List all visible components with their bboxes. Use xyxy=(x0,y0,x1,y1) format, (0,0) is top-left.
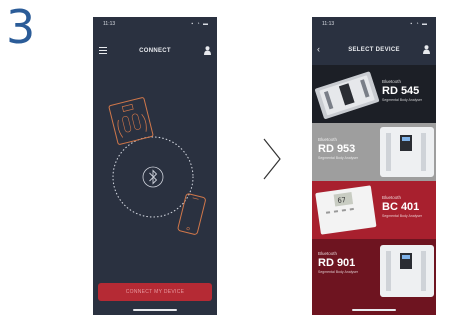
scale-icon xyxy=(380,127,434,177)
status-time: 11:13 xyxy=(103,21,116,27)
signal-icons: ▪ ◔ ▬ xyxy=(191,21,209,27)
device-card-rd545[interactable]: Bluetooth RD 545 Segmental Body Analyser xyxy=(312,65,436,123)
bluetooth-icon xyxy=(142,166,164,188)
step-number: 3 xyxy=(6,0,36,54)
scale-icon: 67 xyxy=(315,185,377,235)
home-indicator xyxy=(352,309,396,311)
select-device-screen: 11:13 ▪ ◔ ▬ ‹ SELECT DEVICE Bluetooth RD… xyxy=(312,17,436,315)
bluetooth-label: Bluetooth xyxy=(318,137,338,142)
bluetooth-label: Bluetooth xyxy=(318,251,338,256)
device-description: Segmental Body Analyser xyxy=(382,98,423,102)
connect-device-button[interactable]: CONNECT MY DEVICE xyxy=(98,283,212,301)
status-time: 11:13 xyxy=(322,21,335,27)
svg-text:67: 67 xyxy=(337,196,346,205)
device-card-rd953[interactable]: Bluetooth RD 953 Segmental Body Analyser xyxy=(312,123,436,181)
scale-icon xyxy=(108,97,154,145)
device-model: RD 545 xyxy=(382,85,420,97)
connect-screen: 11:13 ▪ ◔ ▬ CONNECT CONNECT MY DEVICE xyxy=(93,17,217,315)
nav-bar: ‹ SELECT DEVICE xyxy=(312,42,436,58)
user-icon[interactable] xyxy=(204,46,211,55)
device-description: Segmental Body Analyser xyxy=(318,270,359,274)
bluetooth-label: Bluetooth xyxy=(382,195,402,200)
chevron-right-icon xyxy=(263,138,281,180)
device-card-bc401[interactable]: 67 Bluetooth BC 401 Segmental Body Analy… xyxy=(312,181,436,239)
status-bar: 11:13 ▪ ◔ ▬ xyxy=(93,21,217,29)
device-model: RD 901 xyxy=(318,257,356,269)
pairing-illustration xyxy=(108,97,206,235)
bluetooth-label: Bluetooth xyxy=(382,79,402,84)
page-title: CONNECT xyxy=(139,48,171,54)
device-model: RD 953 xyxy=(318,143,356,155)
home-indicator xyxy=(133,309,177,311)
nav-bar: CONNECT xyxy=(93,43,217,59)
phone-icon xyxy=(177,193,206,235)
scale-icon xyxy=(380,245,434,297)
device-model: BC 401 xyxy=(382,201,420,213)
device-description: Segmental Body Analyser xyxy=(382,214,423,218)
status-bar: 11:13 ▪ ◔ ▬ xyxy=(312,21,436,29)
scale-icon xyxy=(315,71,380,119)
device-card-rd901[interactable]: Bluetooth RD 901 Segmental Body Analyser xyxy=(312,239,436,315)
device-description: Segmental Body Analyser xyxy=(318,156,359,160)
user-icon[interactable] xyxy=(423,45,430,54)
signal-icons: ▪ ◔ ▬ xyxy=(410,21,428,27)
page-title: SELECT DEVICE xyxy=(348,47,400,53)
